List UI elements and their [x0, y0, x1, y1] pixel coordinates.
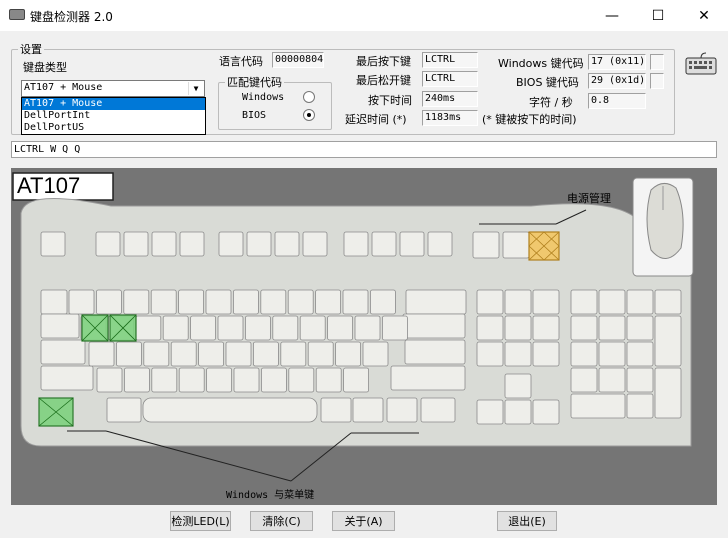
- keyboard-key: [381, 315, 408, 341]
- keyboard-key: [288, 367, 315, 393]
- keyboard-key: [96, 367, 123, 393]
- keyboard-key: [299, 315, 326, 341]
- bios-code-extra: [650, 73, 664, 89]
- keyboard-key: [287, 289, 314, 315]
- keyboard-key: [260, 289, 287, 315]
- bios-code-label: BIOS 键代码: [516, 76, 579, 89]
- win-code-extra: [650, 54, 664, 70]
- keyboard-key: [252, 341, 279, 367]
- keyboard-key: [178, 289, 205, 315]
- win-code-label: Windows 键代码: [498, 57, 584, 70]
- windows-radio[interactable]: [303, 91, 315, 103]
- keyboard-key: [151, 367, 178, 393]
- press-time-label: 按下时间: [368, 94, 412, 107]
- keyboard-panel: AT107 电源管理 Windows 与菜单键: [11, 168, 717, 505]
- lang-field: 00000804: [272, 52, 324, 68]
- last-press-field: LCTRL: [422, 52, 478, 68]
- keyboard-key: [233, 367, 260, 393]
- keyboard-key: [170, 341, 197, 367]
- power-label: 电源管理: [567, 192, 611, 205]
- rate-label: 字符 / 秒: [529, 96, 573, 109]
- keyboard-key: [150, 289, 177, 315]
- bios-option-label: BIOS: [242, 110, 267, 121]
- last-release-field: LCTRL: [422, 71, 478, 87]
- keyboard-key: [315, 289, 342, 315]
- keyboard-key: [362, 341, 389, 367]
- press-time-field: 240ms: [422, 91, 478, 107]
- keyboard-key: [244, 315, 271, 341]
- keyboard-key: [232, 289, 259, 315]
- minimize-button[interactable]: —: [589, 0, 635, 31]
- kb-type-option[interactable]: AT107 + Mouse: [22, 98, 205, 110]
- keyboard-key: [123, 289, 150, 315]
- keyboard-icon: [685, 52, 717, 75]
- last-press-label: 最后按下键: [356, 55, 411, 68]
- keyboard-key: [217, 315, 244, 341]
- settings-legend: 设置: [20, 43, 42, 56]
- bios-code-field: 29 (0x1d): [588, 73, 646, 89]
- rate-field: 0.8: [588, 93, 646, 109]
- keyboard-key: [354, 315, 381, 341]
- maximize-button[interactable]: ☐: [635, 0, 681, 31]
- keyboard-key: [135, 315, 162, 341]
- keyboard-key: [162, 315, 189, 341]
- title-bar: 键盘检测器 2.0 — ☐ ✕: [0, 0, 728, 31]
- bios-radio[interactable]: [303, 109, 315, 121]
- test-led-button[interactable]: 检测LED(L): [170, 511, 231, 531]
- window-title: 键盘检测器 2.0: [30, 10, 113, 24]
- keyboard-key: [124, 367, 150, 393]
- keyboard-key: [190, 315, 217, 341]
- keyboard-key: [342, 289, 369, 315]
- app-icon: [9, 9, 25, 20]
- kb-type-label: 键盘类型: [23, 61, 67, 74]
- keyboard-key: [96, 289, 122, 315]
- keyboard-key: [205, 289, 232, 315]
- kb-type-dropdown: AT107 + Mouse DellPortInt DellPortUS: [21, 97, 206, 135]
- keyboard-key: [260, 367, 287, 393]
- about-button[interactable]: 关于(A): [332, 511, 395, 531]
- keyboard-key: [225, 341, 252, 367]
- keyboard-key: [335, 341, 362, 367]
- delay-field: 1183ms: [422, 110, 478, 126]
- kb-type-option[interactable]: DellPortInt: [22, 110, 205, 122]
- chevron-down-icon[interactable]: ▼: [188, 82, 203, 95]
- keyboard-key: [178, 367, 205, 393]
- keyboard-image: [11, 168, 717, 505]
- keyboard-model-label: AT107: [17, 173, 81, 198]
- keyboard-key: [88, 341, 115, 367]
- keyboard-key: [315, 367, 342, 393]
- delay-note: (* 键被按下的时间): [482, 113, 577, 126]
- kb-type-option[interactable]: DellPortUS: [22, 122, 205, 134]
- keyboard-key: [327, 315, 354, 341]
- kb-type-value: AT107 + Mouse: [24, 82, 103, 93]
- keyboard-key: [68, 289, 95, 315]
- keyboard-key: [272, 315, 299, 341]
- keyboard-key: [198, 341, 225, 367]
- windows-option-label: Windows: [242, 92, 285, 103]
- keyboard-key: [280, 341, 307, 367]
- key-log: LCTRL W Q Q: [11, 141, 717, 158]
- close-button[interactable]: ✕: [681, 0, 727, 31]
- match-code-legend: 匹配键代码: [227, 76, 282, 89]
- keyboard-key: [116, 341, 142, 367]
- win-code-field: 17 (0x11): [588, 54, 646, 70]
- kb-type-select[interactable]: AT107 + Mouse ▼: [21, 80, 205, 97]
- lang-label: 语言代码: [219, 55, 263, 68]
- keyboard-key: [343, 367, 370, 393]
- exit-button[interactable]: 退出(E): [497, 511, 557, 531]
- last-release-label: 最后松开键: [356, 74, 411, 87]
- keyboard-key: [206, 367, 233, 393]
- keyboard-key: [307, 341, 334, 367]
- delay-label: 延迟时间 (*): [345, 113, 407, 126]
- clear-button[interactable]: 清除(C): [250, 511, 313, 531]
- win-menu-label: Windows 与菜单键: [226, 490, 315, 501]
- keyboard-key: [369, 289, 396, 315]
- keyboard-key: [143, 341, 170, 367]
